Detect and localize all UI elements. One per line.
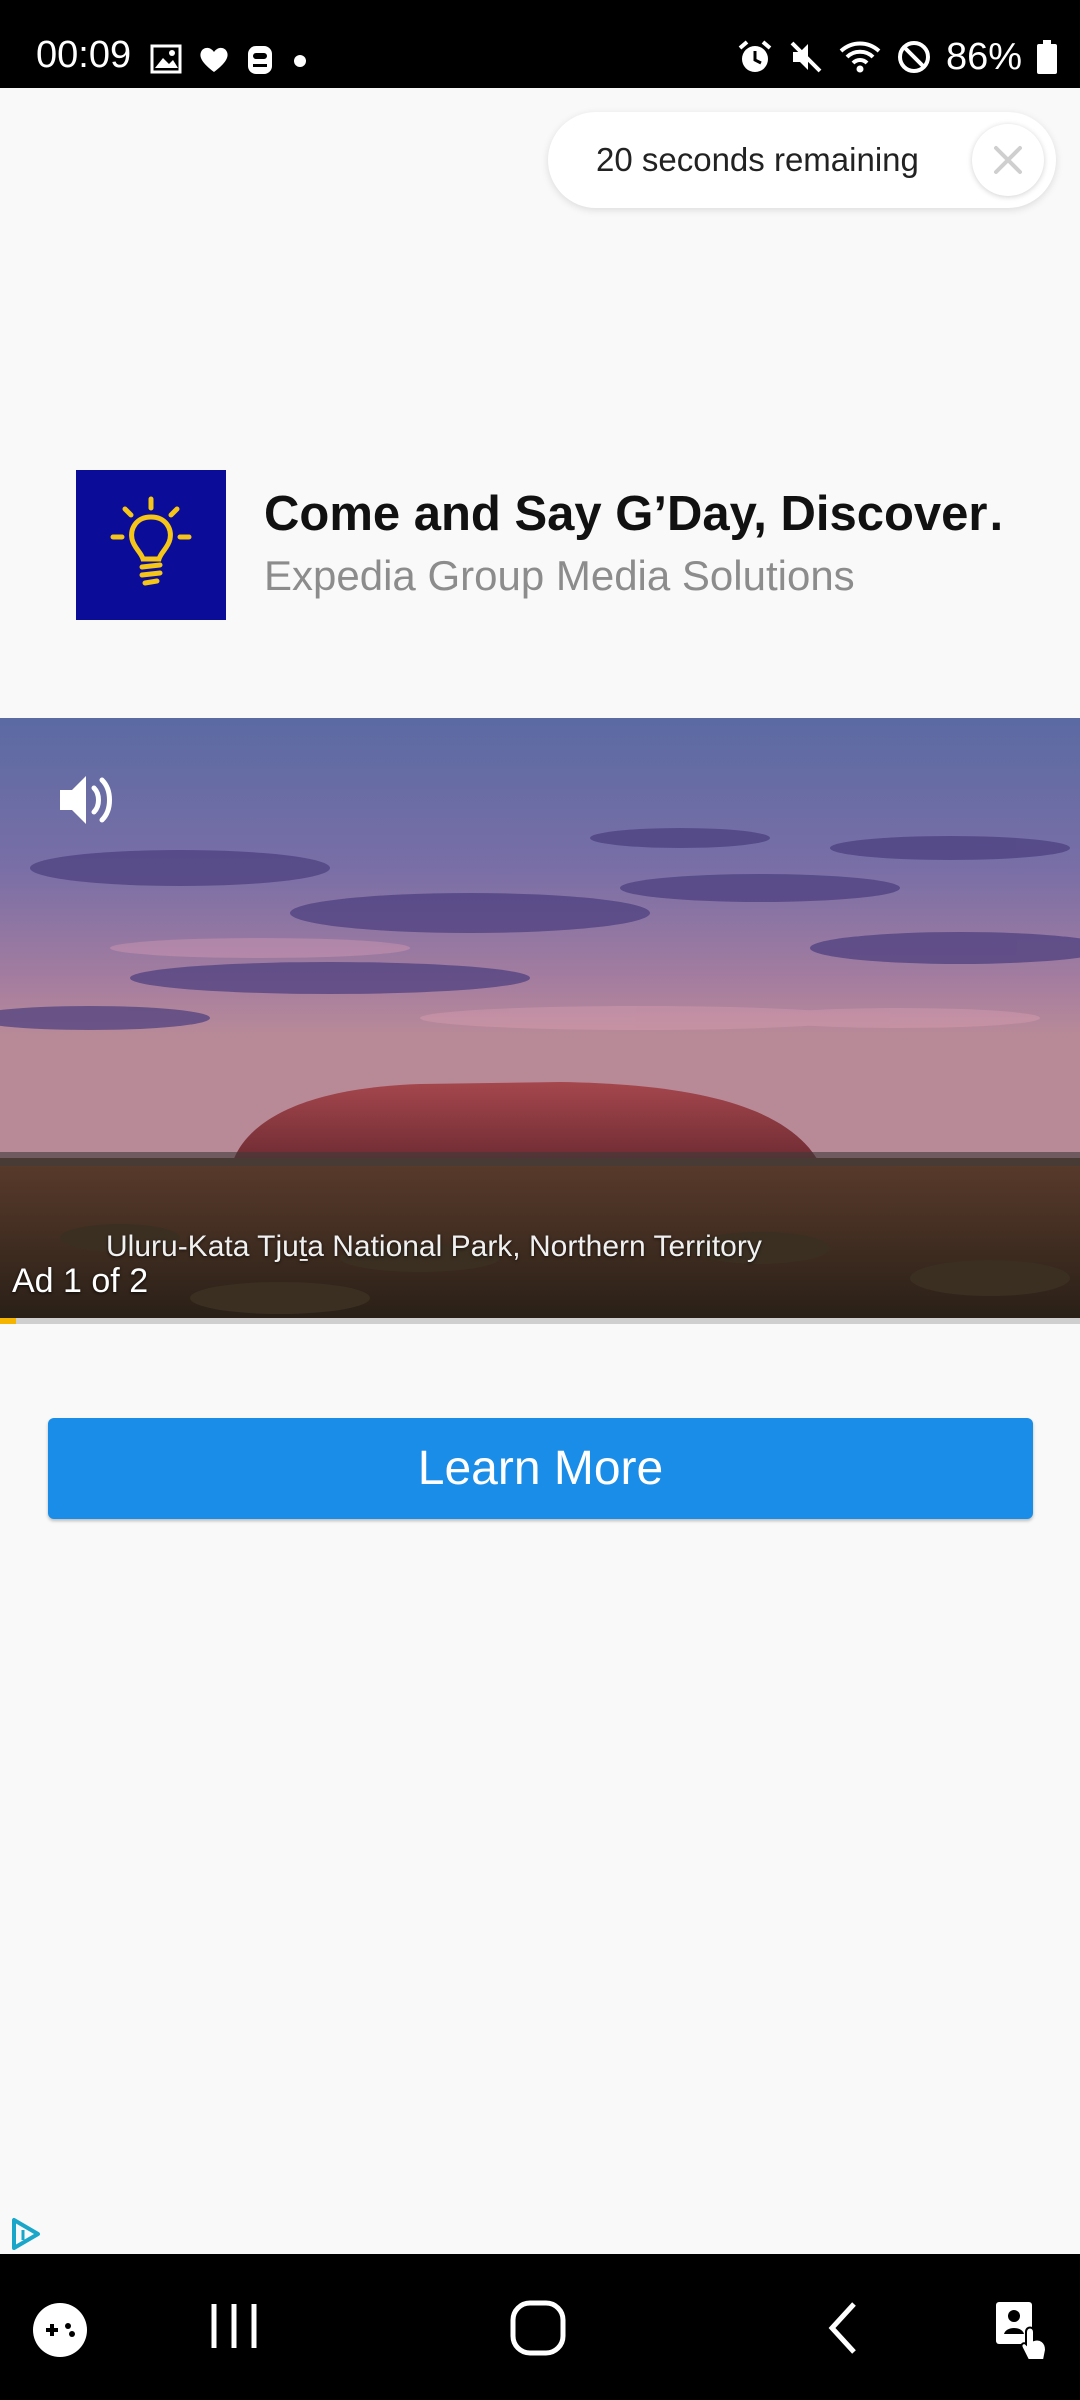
- recents-icon[interactable]: [206, 2298, 262, 2354]
- ad-countdown: 20 seconds remaining: [548, 112, 1056, 208]
- status-right-icons: 86%: [736, 38, 1058, 76]
- adchoices-icon[interactable]: [8, 2216, 44, 2252]
- back-icon[interactable]: [820, 2298, 864, 2358]
- video-frame: [0, 718, 1080, 1318]
- wifi-icon: [839, 41, 881, 73]
- video-progress-fill: [0, 1318, 17, 1324]
- advertiser-logo[interactable]: [76, 470, 226, 620]
- video-progress: [0, 1318, 1080, 1324]
- status-bar: 00:09 86%: [0, 0, 1080, 88]
- video-caption: Uluru-Kata Tjuṯa National Park, Northern…: [106, 1230, 762, 1263]
- learn-more-button[interactable]: Learn More: [48, 1418, 1033, 1519]
- volume-icon[interactable]: [56, 770, 120, 830]
- countdown-text: 20 seconds remaining: [596, 141, 919, 178]
- alarm-icon: [738, 40, 772, 72]
- lightbulb-icon: [110, 496, 192, 586]
- status-left-icons: [150, 44, 310, 76]
- ad-title[interactable]: Come and Say G’Day, Discover…: [264, 486, 1004, 542]
- accessibility-icon[interactable]: [992, 2298, 1052, 2362]
- no-disturb-icon: [897, 41, 930, 73]
- close-icon: [994, 146, 1022, 174]
- battery-percentage: 86%: [945, 36, 1022, 78]
- ad-counter: Ad 1 of 2: [12, 1262, 149, 1300]
- battery-icon: [1037, 40, 1057, 74]
- heart-icon: [200, 47, 228, 72]
- advertiser-name: Expedia Group Media Solutions: [264, 552, 855, 599]
- image-icon: [150, 44, 182, 74]
- game-launcher-icon[interactable]: [30, 2300, 90, 2360]
- app-icon: [248, 46, 272, 74]
- dot-icon: [294, 55, 306, 67]
- mute-icon: [790, 41, 822, 73]
- ad-video[interactable]: Uluru-Kata Tjuṯa National Park, Northern…: [0, 718, 1080, 1318]
- status-time: 00:09: [36, 34, 132, 76]
- home-icon[interactable]: [508, 2298, 568, 2358]
- navigation-bar: [0, 2254, 1080, 2400]
- close-ad-button[interactable]: [972, 124, 1044, 196]
